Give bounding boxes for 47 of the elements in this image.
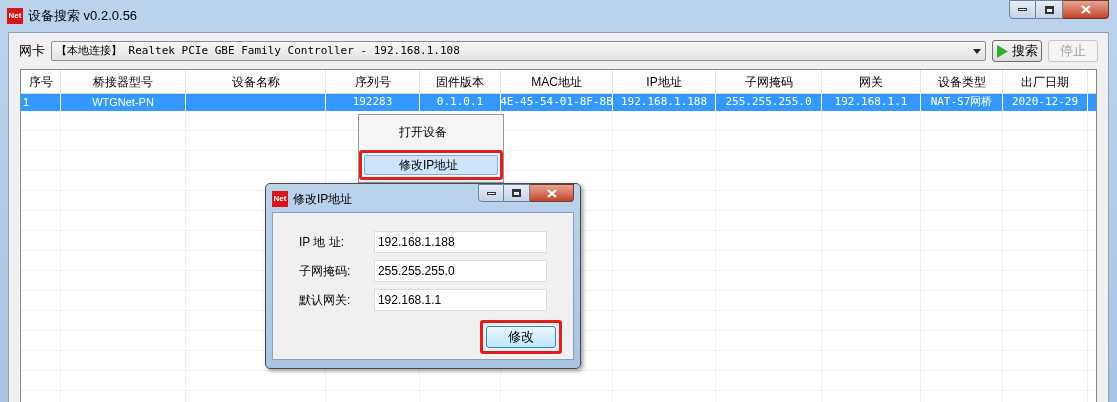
minimize-button[interactable] bbox=[478, 184, 504, 202]
column-header[interactable]: 出厂日期 bbox=[1003, 70, 1088, 93]
column-header[interactable]: 固件版本 bbox=[420, 70, 501, 93]
nic-label: 网卡 bbox=[19, 42, 45, 61]
column-header[interactable]: IP地址 bbox=[613, 70, 716, 93]
column-header[interactable]: MAC地址 bbox=[501, 70, 613, 93]
app-logo: Net bbox=[7, 7, 23, 24]
nic-dropdown[interactable]: 【本地连接】 Realtek PCIe GBE Family Controller - 192.168.1.108 bbox=[51, 41, 986, 61]
search-button[interactable]: 搜索 bbox=[992, 40, 1042, 62]
field-label: 默认网关: bbox=[299, 291, 352, 309]
column-header[interactable]: 设备类型 bbox=[921, 70, 1003, 93]
dropdown-caret-icon bbox=[973, 48, 981, 54]
column-header[interactable]: 子网掩码 bbox=[716, 70, 822, 93]
maximize-button[interactable] bbox=[504, 184, 530, 202]
table-cell: NAT-S7网桥 bbox=[930, 94, 993, 111]
table-cell: 192283 bbox=[352, 94, 393, 111]
maximize-button[interactable] bbox=[1036, 0, 1063, 19]
table-cell: 0.1.0.1 bbox=[436, 94, 484, 111]
table-cell: 255.255.255.0 bbox=[725, 94, 812, 111]
modify-button[interactable]: 修改 bbox=[486, 326, 556, 348]
input-field[interactable]: 192.168.1.188 bbox=[373, 230, 547, 253]
close-button[interactable] bbox=[530, 184, 574, 202]
input-field[interactable]: 192.168.1.1 bbox=[373, 288, 547, 311]
table-cell: 2020-12-29 bbox=[1011, 94, 1079, 111]
table-cell: 192.168.1.188 bbox=[620, 94, 708, 111]
dialog-title: 修改IP地址 bbox=[293, 191, 353, 208]
column-header[interactable]: 网关 bbox=[822, 70, 921, 93]
close-icon bbox=[546, 188, 557, 198]
window-title: 设备搜索 v0.2.0.56 bbox=[28, 7, 138, 25]
table-cell-text: 1 bbox=[23, 95, 30, 111]
table-cell-text: WTGNet-PN bbox=[92, 95, 154, 111]
menu-item[interactable]: 修改IP地址 bbox=[364, 155, 498, 175]
column-header[interactable]: 序列号 bbox=[326, 70, 420, 93]
field-label: 子网掩码: bbox=[299, 262, 352, 280]
table-cell: 4E-45-54-01-8F-8B bbox=[500, 94, 613, 111]
field-label: IP 地 址: bbox=[299, 233, 346, 251]
column-header[interactable]: 设备名称 bbox=[186, 70, 326, 93]
table-cell: 192.168.1.1 bbox=[834, 94, 908, 111]
app-logo: Net bbox=[272, 191, 288, 207]
close-button[interactable] bbox=[1063, 0, 1109, 19]
menu-item[interactable]: 打开设备 bbox=[364, 122, 498, 142]
play-icon bbox=[996, 44, 1008, 58]
column-header[interactable]: 序号 bbox=[21, 70, 61, 93]
column-header[interactable]: 桥接器型号 bbox=[61, 70, 186, 93]
input-field[interactable]: 255.255.255.0 bbox=[373, 259, 547, 282]
close-icon bbox=[1080, 5, 1091, 14]
minimize-button[interactable] bbox=[1009, 0, 1036, 19]
